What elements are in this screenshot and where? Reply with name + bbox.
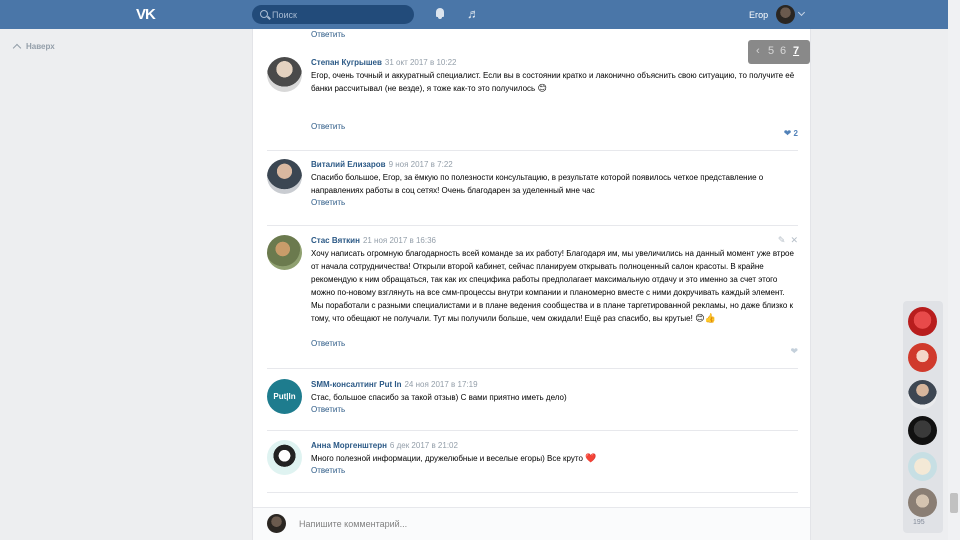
- reply-link[interactable]: Ответить: [311, 339, 345, 348]
- online-count: 195: [913, 519, 925, 526]
- comment-author[interactable]: Виталий Елизаров: [311, 160, 386, 169]
- edit-icon[interactable]: ✎: [778, 235, 786, 245]
- heart-icon: ❤: [783, 128, 792, 138]
- comment-item: Стас Вяткин 21 ноя 2017 в 16:36 Хочу напи…: [267, 235, 798, 357]
- chat-avatar[interactable]: [908, 452, 937, 481]
- vk-logo[interactable]: VK: [136, 6, 156, 23]
- comment-input[interactable]: [299, 517, 599, 531]
- putin-logo-avatar[interactable]: Put|In: [267, 379, 302, 414]
- smile-emoji: 😊: [537, 83, 547, 93]
- search-box[interactable]: [252, 5, 414, 24]
- close-icon[interactable]: ✕: [790, 235, 798, 245]
- scrollbar-track[interactable]: [948, 0, 960, 540]
- chat-avatar[interactable]: [908, 307, 937, 336]
- comment-body: Степан Кугрышев 31 окт 2017 в 10:22 Егор,…: [311, 57, 798, 131]
- comment-item: Степан Кугрышев 31 окт 2017 в 10:22 Егор,…: [267, 57, 798, 139]
- comment-date[interactable]: 24 ноя 2017 в 17:19: [404, 380, 477, 389]
- composer-avatar: [267, 514, 286, 533]
- heart-icon: ❤: [790, 346, 798, 356]
- search-input[interactable]: [272, 8, 402, 21]
- chevron-down-icon[interactable]: [797, 8, 806, 17]
- reply-link[interactable]: Ответить: [311, 466, 345, 475]
- top-header: VK ♬ Егор: [0, 0, 960, 29]
- comment-text: Стас, большое спасибо за такой отзыв) С …: [311, 393, 567, 402]
- scroll-to-top-link[interactable]: Наверх: [12, 42, 55, 53]
- chat-avatar[interactable]: [908, 343, 937, 372]
- comment-date[interactable]: 21 ноя 2017 в 16:36: [363, 236, 436, 245]
- chat-avatar[interactable]: [908, 416, 937, 445]
- chat-avatars-stack: 195: [903, 301, 943, 533]
- comment-date[interactable]: 9 ноя 2017 в 7:22: [389, 160, 453, 169]
- comment-author[interactable]: Стас Вяткин: [311, 236, 360, 245]
- pager-page-current[interactable]: 7: [793, 45, 799, 57]
- scroll-to-top-label: Наверх: [26, 42, 55, 51]
- commenter-avatar[interactable]: [267, 235, 302, 270]
- like-count: 2: [793, 129, 798, 138]
- pager-page[interactable]: 5: [768, 45, 774, 57]
- scrollbar-thumb[interactable]: [950, 493, 958, 513]
- notifications-bell-icon[interactable]: [435, 8, 445, 19]
- comment-composer: [253, 507, 810, 540]
- chat-avatar[interactable]: [908, 488, 937, 517]
- commenter-avatar[interactable]: [267, 57, 302, 92]
- comment-text: Егор, очень точный и аккуратный специали…: [311, 69, 798, 121]
- smile-thumbs-emoji: 😊👍: [695, 313, 716, 323]
- comment-body: Анна Моргенштерн 6 дек 2017 в 21:02 Много…: [311, 440, 798, 475]
- chat-avatar[interactable]: [908, 380, 937, 409]
- comment-text-content: Много полезной информации, дружелюбные и…: [311, 454, 583, 463]
- user-name[interactable]: Егор: [749, 10, 768, 20]
- divider: [267, 150, 798, 151]
- divider: [267, 492, 798, 493]
- commenter-avatar[interactable]: [267, 159, 302, 194]
- comment-date[interactable]: 6 дек 2017 в 21:02: [390, 441, 458, 450]
- comment-item: Анна Моргенштерн 6 дек 2017 в 21:02 Много…: [267, 440, 798, 484]
- comment-date[interactable]: 31 окт 2017 в 10:22: [385, 58, 457, 67]
- comment-actions: ✎ ✕: [778, 235, 798, 246]
- heart-emoji: ❤️: [585, 453, 597, 463]
- user-avatar[interactable]: [776, 5, 795, 24]
- like-button[interactable]: ❤ 2: [784, 128, 798, 139]
- comment-text: Спасибо большое, Егор, за ёмкую по полез…: [311, 173, 764, 195]
- photo-pager: ‹ 5 6 7: [748, 40, 810, 64]
- reply-link[interactable]: Ответить: [311, 405, 345, 414]
- comment-item: Виталий Елизаров 9 ноя 2017 в 7:22 Спасиб…: [267, 159, 798, 217]
- comment-text: Хочу написать огромную благодарность все…: [311, 247, 798, 338]
- divider: [267, 430, 798, 431]
- pager-page[interactable]: 6: [780, 45, 786, 57]
- comments-panel: Ответить Степан Кугрышев 31 окт 2017 в 10…: [252, 29, 811, 540]
- divider: [267, 368, 798, 369]
- comment-text-content: Егор, очень точный и аккуратный специали…: [311, 71, 795, 93]
- reply-link[interactable]: Ответить: [311, 30, 345, 39]
- comment-body: Стас Вяткин 21 ноя 2017 в 16:36 Хочу напи…: [311, 235, 798, 348]
- search-icon: [260, 10, 268, 18]
- comment-author[interactable]: Анна Моргенштерн: [311, 441, 387, 450]
- comment-item: Put|In SMM-консалтинг Put In 24 ноя 2017 …: [267, 379, 798, 423]
- comment-author[interactable]: Степан Кугрышев: [311, 58, 382, 67]
- comment-body: Виталий Елизаров 9 ноя 2017 в 7:22 Спасиб…: [311, 159, 798, 207]
- comment-body: SMM-консалтинг Put In 24 ноя 2017 в 17:19…: [311, 379, 798, 414]
- comment-author[interactable]: SMM-консалтинг Put In: [311, 380, 401, 389]
- commenter-avatar[interactable]: [267, 440, 302, 475]
- pager-prev[interactable]: ‹: [756, 45, 760, 57]
- reply-link[interactable]: Ответить: [311, 198, 345, 207]
- like-button[interactable]: ❤: [790, 346, 798, 357]
- comment-text: Много полезной информации, дружелюбные и…: [311, 452, 798, 465]
- reply-link[interactable]: Ответить: [311, 122, 345, 131]
- divider: [267, 225, 798, 226]
- music-icon[interactable]: ♬: [467, 7, 480, 20]
- arrow-up-icon: [12, 43, 22, 53]
- comment-text-content: Хочу написать огромную благодарность все…: [311, 249, 794, 323]
